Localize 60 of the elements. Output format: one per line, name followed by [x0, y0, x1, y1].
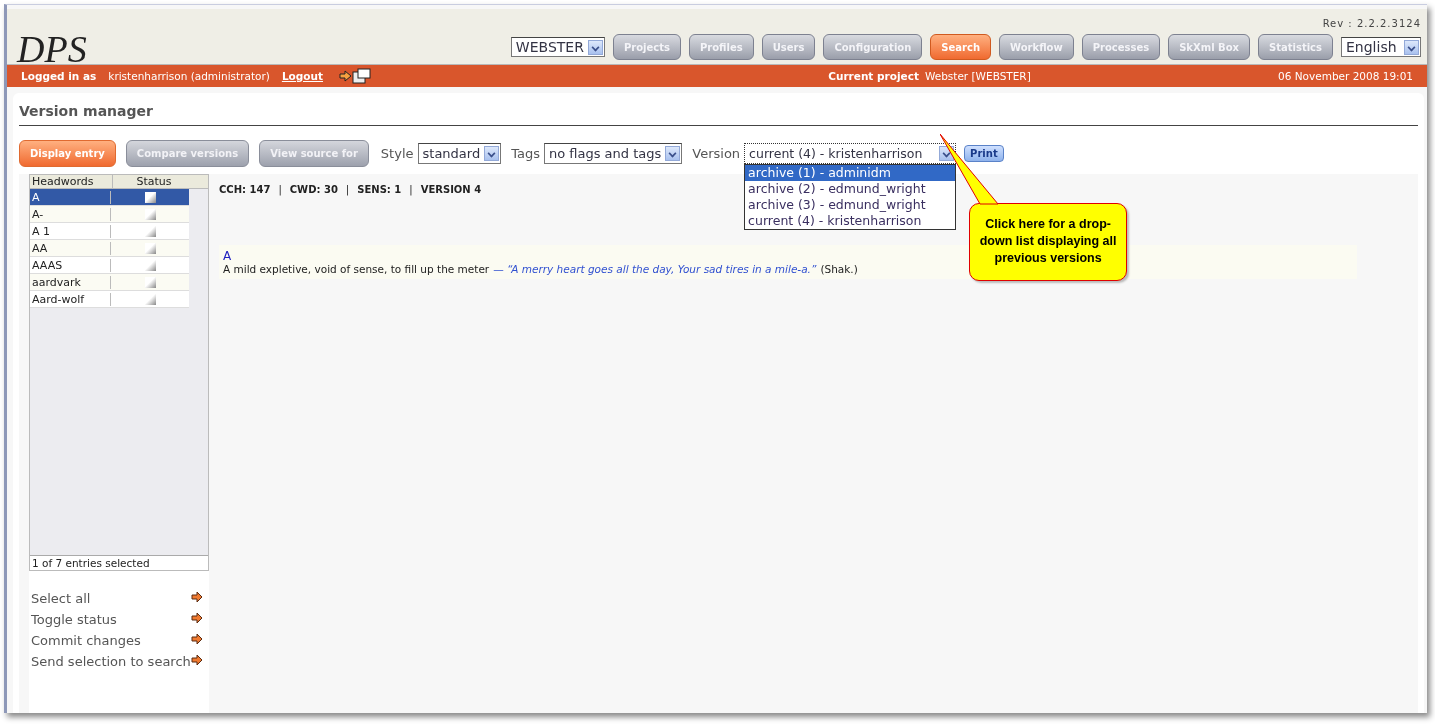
status-icon [145, 259, 157, 271]
column-header: Status [135, 175, 173, 188]
version-option[interactable]: archive (3) - edmund_wright [745, 196, 956, 213]
page-title: Version manager [19, 101, 1418, 126]
current-project: Webster [WEBSTER] [924, 70, 1031, 82]
arrow-icon[interactable] [191, 612, 203, 624]
status-icon [145, 293, 157, 305]
logout-link[interactable]: Logout [281, 70, 323, 82]
current-project-label: Current project [828, 70, 919, 82]
definition-text: A mild expletive, void of sense, to fill up the meter [223, 263, 490, 275]
headword-row[interactable]: aardvark [30, 274, 189, 291]
headword-row[interactable]: A [30, 189, 189, 206]
callout-text: Click here for a drop-down list displaying all previous versions [978, 216, 1118, 267]
entry-stat: VERSION 4 [420, 184, 482, 195]
logo: DPS [17, 29, 87, 68]
quote-source: (Shak.) [820, 263, 858, 275]
headword-row[interactable]: A- [30, 206, 189, 223]
headword-row[interactable]: Aard-wolf [30, 291, 189, 308]
side-action-link[interactable]: Commit changes [31, 633, 141, 648]
print-button[interactable]: Print [964, 144, 1004, 162]
project-select[interactable]: WEBSTER [510, 37, 605, 57]
tags-label: Tags [511, 145, 540, 161]
version-select[interactable]: current (4) - kristenharrison [744, 142, 957, 164]
version-option[interactable]: archive (2) - edmund_wright [745, 180, 956, 197]
entry-stat: SENS: 1 [357, 184, 402, 195]
side-action-link[interactable]: Toggle status [31, 612, 117, 627]
revision-label: Rev : 2.2.2.3124 [1322, 18, 1421, 29]
headword-row[interactable]: A 1 [30, 223, 189, 240]
selection-count: 1 of 7 entries selected [30, 555, 208, 570]
arrow-icon[interactable] [191, 654, 203, 666]
date-time: 06 November 2008 19:01 [1278, 70, 1413, 82]
language-select[interactable]: English [1341, 37, 1421, 57]
entry-headword: A [223, 249, 232, 263]
status-icon [145, 225, 157, 237]
side-action-link[interactable]: Select all [31, 591, 91, 606]
separator: | [278, 184, 282, 195]
status-icon [145, 208, 157, 220]
entry-stat: CCH: 147 [219, 184, 271, 195]
status-icon [145, 191, 157, 203]
logged-in-label: Logged in as [21, 70, 97, 82]
separator: | [409, 184, 413, 195]
style-select[interactable]: standard [417, 142, 502, 164]
entry-stat: CWD: 30 [289, 184, 338, 195]
headword-row[interactable]: AA [30, 240, 189, 257]
version-option[interactable]: current (4) - kristenharrison [745, 212, 956, 229]
headword-row[interactable]: AAAS [30, 257, 189, 274]
export-icon[interactable] [339, 68, 371, 84]
arrow-icon[interactable] [191, 591, 203, 603]
user-name: kristenharrison (administrator) [108, 70, 270, 82]
quote-text: — “A merry heart goes all the day, Your sad tires in a mile-a.” [493, 263, 817, 275]
side-action-link[interactable]: Send selection to search [31, 654, 191, 669]
version-label: Version [692, 145, 741, 161]
style-label: Style [380, 145, 414, 161]
separator: | [345, 184, 350, 195]
version-option[interactable]: archive (1) - adminidm [745, 164, 956, 181]
status-icon [145, 276, 157, 288]
column-header: Headwords [30, 175, 113, 188]
status-icon [145, 242, 157, 254]
tags-select[interactable]: no flags and tags [543, 142, 683, 164]
arrow-icon[interactable] [191, 633, 203, 645]
